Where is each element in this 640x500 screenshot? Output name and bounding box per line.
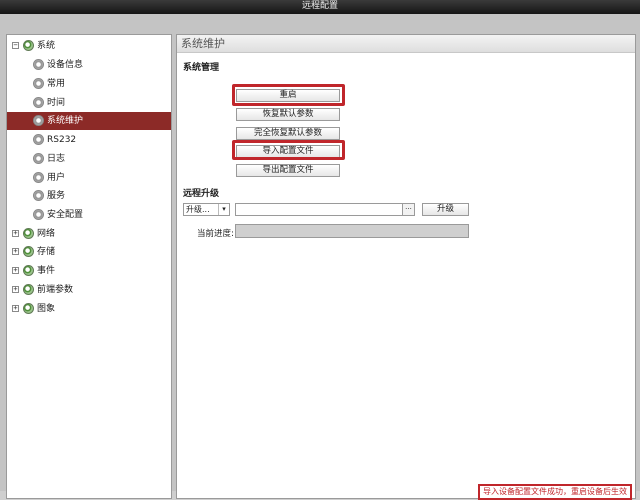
tree-item-label: 系统 — [37, 41, 56, 51]
tree-item-security[interactable]: 安全配置 — [7, 206, 171, 224]
gear-icon — [33, 115, 44, 126]
tree-item-rs232[interactable]: RS232 — [7, 131, 171, 149]
tree-item-storage[interactable]: + 存储 — [7, 243, 171, 261]
gear-icon — [33, 209, 44, 220]
expand-icon[interactable]: + — [12, 286, 19, 293]
tree-item-user[interactable]: 用户 — [7, 169, 171, 187]
restore-defaults-button[interactable]: 恢复默认参数 — [236, 108, 340, 121]
content-panel: 系统维护 系统管理 重启 恢复默认参数 完全恢复默认参数 导入配置文件 导出配置… — [176, 34, 636, 499]
tree-item-log[interactable]: 日志 — [7, 150, 171, 168]
tree-item-image[interactable]: + 图象 — [7, 300, 171, 318]
tree-item-label: 前端参数 — [37, 285, 74, 295]
tree-item-label: 时间 — [47, 98, 66, 108]
chevron-down-icon[interactable]: ▾ — [218, 204, 229, 215]
gear-icon — [33, 172, 44, 183]
expand-icon[interactable]: + — [12, 248, 19, 255]
expand-icon[interactable]: + — [12, 230, 19, 237]
page-title: 系统维护 — [177, 35, 635, 53]
settings-tree: − 系统 设备信息 常用 时间 系统维护 RS232 日志 用户 服务 安全配置… — [6, 34, 172, 499]
tree-item-label: 服务 — [47, 191, 66, 201]
expand-icon[interactable]: + — [12, 305, 19, 312]
upgrade-file-path-input[interactable] — [235, 203, 415, 216]
full-restore-defaults-button[interactable]: 完全恢复默认参数 — [236, 127, 340, 140]
gear-icon — [23, 40, 34, 51]
tree-item-network[interactable]: + 网络 — [7, 225, 171, 243]
tree-item-label: 网络 — [37, 229, 56, 239]
gear-icon — [33, 97, 44, 108]
upgrade-type-value: 升级... — [186, 205, 210, 214]
tree-item-time[interactable]: 时间 — [7, 94, 171, 112]
tree-item-label: 安全配置 — [47, 210, 84, 220]
tree-item-label: 常用 — [47, 79, 66, 89]
tree-item-label: 用户 — [47, 173, 66, 183]
window-frame: − 系统 设备信息 常用 时间 系统维护 RS232 日志 用户 服务 安全配置… — [0, 14, 640, 500]
tree-item-system-maintenance[interactable]: 系统维护 — [7, 112, 171, 130]
upgrade-type-select[interactable]: 升级... ▾ — [183, 203, 230, 216]
gear-icon — [33, 190, 44, 201]
upgrade-button[interactable]: 升级 — [422, 203, 469, 216]
window-title: 远程配置 — [0, 0, 640, 14]
progress-label: 当前进度: — [197, 229, 234, 239]
gear-icon — [23, 265, 34, 276]
tree-item-frontend-params[interactable]: + 前端参数 — [7, 281, 171, 299]
system-management-heading: 系统管理 — [183, 63, 220, 73]
tree-item-general[interactable]: 常用 — [7, 75, 171, 93]
upgrade-progress-bar — [235, 224, 469, 238]
gear-icon — [33, 59, 44, 70]
browse-button[interactable]: ··· — [402, 203, 415, 216]
tree-item-label: 事件 — [37, 266, 56, 276]
tree-item-device-info[interactable]: 设备信息 — [7, 56, 171, 74]
export-config-button[interactable]: 导出配置文件 — [236, 164, 340, 177]
collapse-icon[interactable]: − — [12, 42, 19, 49]
gear-icon — [33, 78, 44, 89]
gear-icon — [33, 134, 44, 145]
remote-upgrade-heading: 远程升级 — [183, 189, 220, 199]
status-message: 导入设备配置文件成功，重启设备后生效 — [478, 484, 632, 500]
tree-item-label: 图象 — [37, 304, 56, 314]
gear-icon — [23, 246, 34, 257]
reboot-highlight — [232, 84, 345, 106]
tree-item-label: 日志 — [47, 154, 66, 164]
gear-icon — [23, 303, 34, 314]
tree-item-label: 存储 — [37, 247, 56, 257]
tree-item-label: 设备信息 — [47, 60, 84, 70]
tree-item-system[interactable]: − 系统 — [7, 37, 171, 55]
expand-icon[interactable]: + — [12, 267, 19, 274]
import-config-highlight — [232, 140, 345, 160]
tree-item-service[interactable]: 服务 — [7, 187, 171, 205]
gear-icon — [23, 284, 34, 295]
tree-item-label: RS232 — [47, 135, 77, 145]
gear-icon — [23, 228, 34, 239]
tree-item-label: 系统维护 — [47, 116, 84, 126]
tree-item-event[interactable]: + 事件 — [7, 262, 171, 280]
gear-icon — [33, 153, 44, 164]
